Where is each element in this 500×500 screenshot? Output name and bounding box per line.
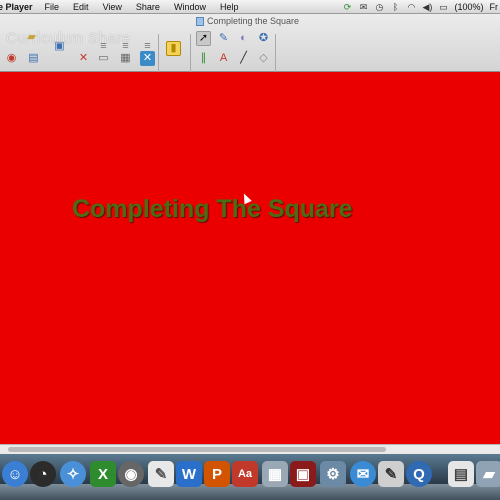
menu-edit[interactable]: Edit	[73, 2, 89, 12]
menu-help[interactable]: Help	[220, 2, 239, 12]
whiteboard-canvas[interactable]: Completing The Square	[0, 72, 500, 444]
window-title: Completing the Square	[196, 16, 299, 26]
dock: ☺ ◔ ✧ X ◉ ✎ W P Aa ▦ ▣ ⚙ ✉ ✎ Q ▤ ▰	[0, 454, 500, 500]
menu-clock[interactable]: Fr	[490, 2, 499, 12]
menu-bar: e Player File Edit View Share Window Hel…	[0, 0, 500, 14]
window-title-text: Completing the Square	[207, 16, 300, 26]
line-tool-icon[interactable]: ╱	[236, 51, 251, 66]
open-folder-icon[interactable]: ▰	[24, 30, 39, 45]
app-store-icon[interactable]: ⚙	[320, 461, 346, 487]
dictionary-icon[interactable]: Aa	[232, 461, 258, 487]
preview-icon[interactable]: ▦	[262, 461, 288, 487]
battery-percent: (100%)	[454, 2, 484, 12]
folder-icon[interactable]: ▰	[476, 461, 500, 487]
mail-dock-icon[interactable]: ✉	[350, 461, 376, 487]
document-icon	[196, 16, 204, 26]
menu-window[interactable]: Window	[174, 2, 206, 12]
text-tool-icon[interactable]: A	[216, 51, 231, 66]
screen: e Player File Edit View Share Window Hel…	[0, 0, 500, 500]
powerpoint-icon[interactable]: P	[204, 461, 230, 487]
search-icon[interactable]: Q	[406, 461, 432, 487]
finder-icon[interactable]: ☺	[2, 461, 28, 487]
battery-icon[interactable]: ▭	[438, 2, 448, 12]
dashboard-icon[interactable]: ◔	[30, 461, 56, 487]
table-icon[interactable]: ▦	[118, 51, 133, 66]
volume-icon[interactable]: ◀)	[422, 2, 433, 12]
pointer-tool-icon[interactable]: ➚	[196, 31, 211, 46]
save-icon[interactable]: ▤	[26, 51, 41, 66]
scrollbar-thumb[interactable]	[8, 447, 386, 452]
bluetooth-icon[interactable]: ᛒ	[390, 2, 400, 12]
menu-share[interactable]: Share	[136, 2, 160, 12]
menu-file[interactable]: File	[45, 2, 60, 12]
close-box-icon[interactable]: ✕	[140, 51, 155, 66]
record-icon[interactable]: ◉	[4, 51, 19, 66]
eraser-tool-icon[interactable]: ◇	[256, 51, 271, 66]
magic-tool-icon[interactable]: ✪	[256, 31, 271, 46]
board-title: Completing The Square	[72, 195, 353, 223]
sync-icon[interactable]: ⟳	[342, 2, 352, 12]
horizontal-scrollbar[interactable]	[0, 444, 500, 454]
safari-icon[interactable]: ✧	[60, 461, 86, 487]
menu-view[interactable]: View	[103, 2, 122, 12]
wifi-icon[interactable]: ◠	[406, 2, 416, 12]
clock-icon[interactable]: ◷	[374, 2, 384, 12]
notes-icon[interactable]: ✎	[148, 461, 174, 487]
photo-booth-icon[interactable]: ▣	[290, 461, 316, 487]
lock-icon[interactable]: ▮	[166, 41, 181, 56]
delete-icon[interactable]: ✕	[76, 51, 91, 66]
shape-tool-icon[interactable]: ◐	[236, 31, 251, 46]
status-area: ⟳ ✉ ◷ ᛒ ◠ ◀) ▭ (100%) Fr	[342, 0, 500, 14]
display-icon[interactable]: ▣	[52, 39, 67, 54]
pens-tool-icon[interactable]: ∥	[196, 51, 211, 66]
document-dock-icon[interactable]: ▤	[448, 461, 474, 487]
screen-icon[interactable]: ▭	[96, 51, 111, 66]
excel-icon[interactable]: X	[90, 461, 116, 487]
brush-tool-icon[interactable]: ✎	[216, 31, 231, 46]
quicktime-icon[interactable]: ✎	[378, 461, 404, 487]
toolbar: Completing the Square Curriculum Share ▰…	[0, 14, 500, 80]
mail-icon[interactable]: ✉	[358, 2, 368, 12]
app-menu[interactable]: e Player	[0, 2, 33, 12]
word-icon[interactable]: W	[176, 461, 202, 487]
camera-icon[interactable]: ◉	[118, 461, 144, 487]
